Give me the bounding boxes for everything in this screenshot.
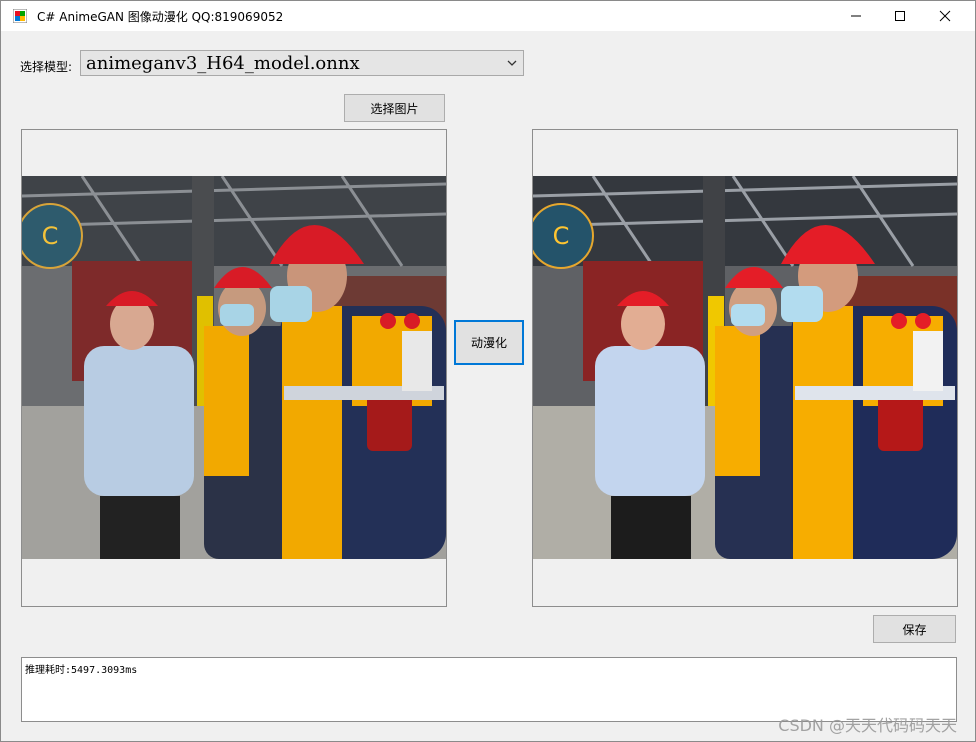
main-window: C# AnimeGAN 图像动漫化 QQ:819069052 选择模型: ani… — [0, 0, 976, 742]
app-icon — [13, 9, 27, 23]
window-title: C# AnimeGAN 图像动漫化 QQ:819069052 — [37, 10, 284, 24]
select-image-button[interactable]: 选择图片 — [344, 94, 445, 122]
minimize-icon — [851, 15, 861, 17]
model-label: 选择模型: — [20, 60, 73, 74]
source-photo: C — [22, 176, 446, 559]
chevron-down-icon — [507, 60, 517, 66]
svg-text:C: C — [553, 222, 570, 250]
result-image-box: C — [532, 129, 958, 607]
close-button[interactable] — [922, 1, 968, 31]
minimize-button[interactable] — [833, 1, 879, 31]
maximize-icon — [895, 11, 905, 21]
log-text: 推理耗时:5497.3093ms — [25, 665, 138, 676]
source-image-box: C — [21, 129, 447, 607]
result-photo: C — [533, 176, 957, 559]
save-button[interactable]: 保存 — [873, 615, 956, 643]
anime-convert-button[interactable]: 动漫化 — [454, 320, 524, 365]
model-dropdown-value: animeganv3_H64_model.onnx — [86, 53, 360, 74]
svg-text:C: C — [42, 222, 59, 250]
model-dropdown[interactable]: animeganv3_H64_model.onnx — [80, 50, 524, 76]
maximize-button[interactable] — [877, 1, 923, 31]
watermark: CSDN @天天代码码天天 — [778, 716, 957, 735]
title-bar: C# AnimeGAN 图像动漫化 QQ:819069052 — [1, 1, 975, 31]
close-icon — [939, 10, 951, 22]
